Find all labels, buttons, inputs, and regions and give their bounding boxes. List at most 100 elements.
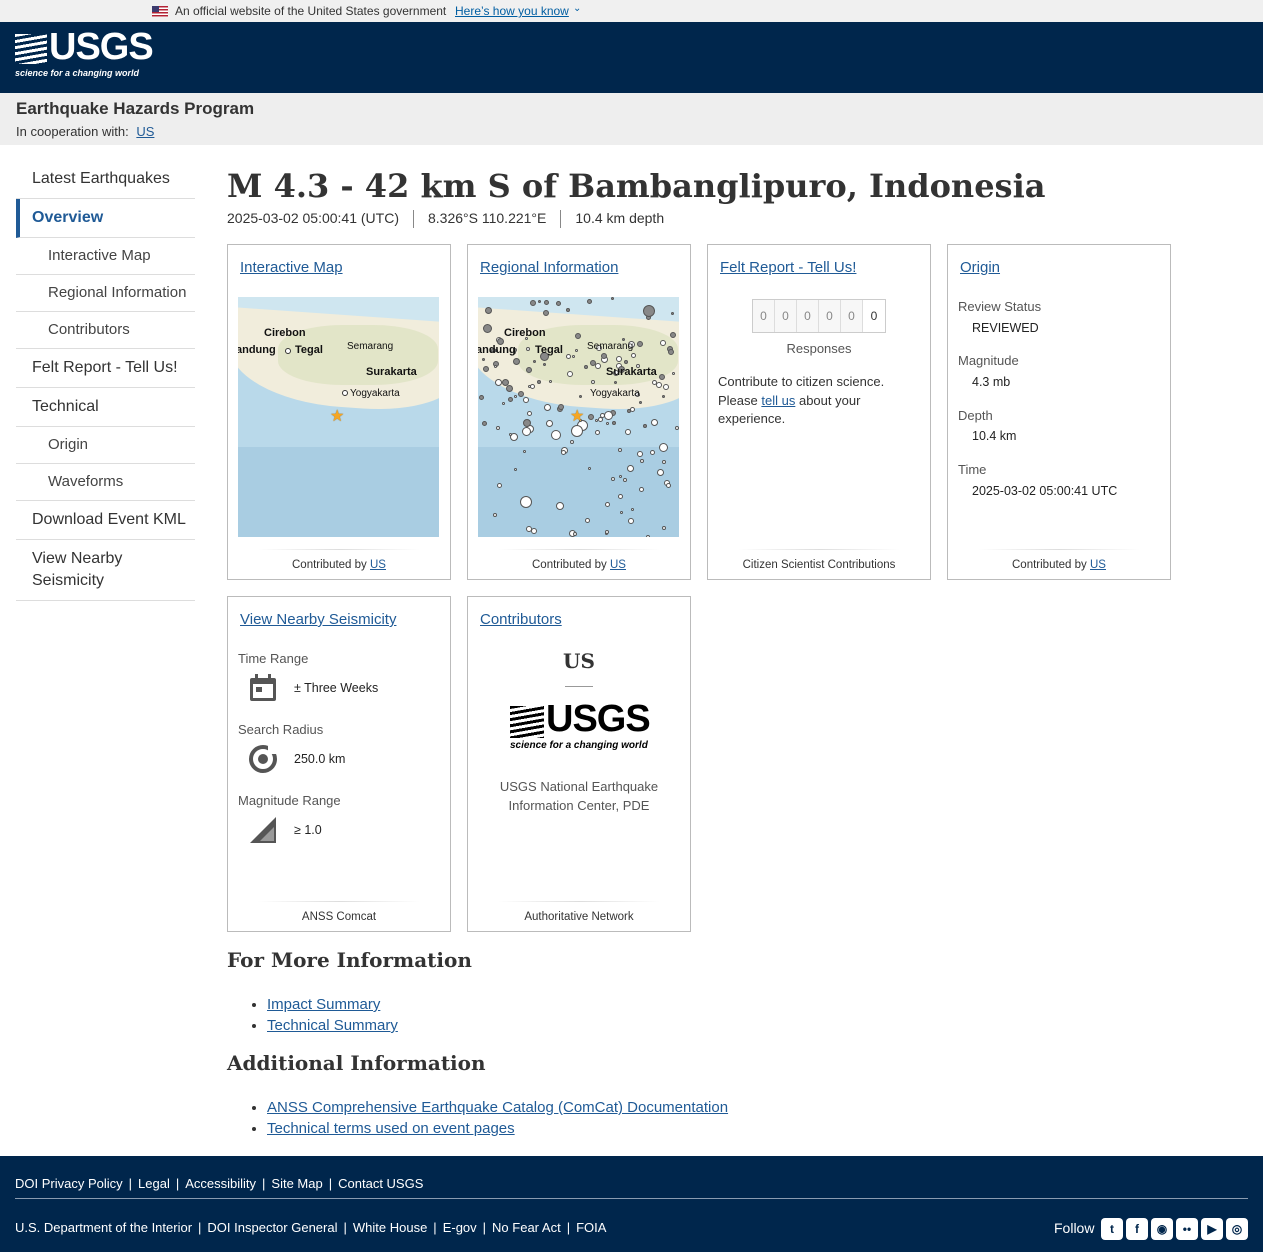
program-title[interactable]: Earthquake Hazards Program [16, 99, 254, 119]
interactive-map-link[interactable]: Interactive Map [240, 259, 343, 276]
contributor-logo-text: USGS [546, 698, 651, 740]
privacy-policy-link[interactable]: DOI Privacy Policy [15, 1176, 123, 1191]
heres-how-you-know-link[interactable]: Here’s how you know [455, 4, 569, 18]
technical-summary-link[interactable]: Technical Summary [267, 1017, 398, 1034]
additional-info-list: ANSS Comprehensive Earthquake Catalog (C… [267, 1097, 728, 1139]
technical-terms-link[interactable]: Technical terms used on event pages [267, 1120, 515, 1137]
regional-information-link[interactable]: Regional Information [480, 259, 618, 276]
youtube-icon[interactable]: ▶ [1201, 1218, 1223, 1240]
seismicity-marker [588, 467, 591, 470]
interactive-map-thumbnail[interactable]: Cirebon andung Tegal Semarang Surakarta … [238, 297, 439, 537]
usgs-logo[interactable]: USGS science for a changing world [15, 26, 154, 84]
contributor-name: USGS National Earthquake Information Cen… [499, 779, 659, 813]
footer-links-primary: DOI Privacy Policy | Legal | Accessibility | S… [15, 1176, 424, 1191]
seismicity-marker [604, 411, 613, 420]
map-label-surakarta: Surakarta [366, 366, 417, 378]
magnitude-range-label: Magnitude Range [238, 793, 341, 808]
seismicity-marker [618, 494, 623, 499]
radius-icon [249, 745, 277, 773]
cooperation-link[interactable]: US [136, 124, 154, 139]
site-map-link[interactable]: Site Map [271, 1176, 322, 1191]
seismicity-marker [663, 384, 669, 390]
doi-link[interactable]: U.S. Department of the Interior [15, 1220, 192, 1235]
comcat-docs-link[interactable]: ANSS Comprehensive Earthquake Catalog (C… [267, 1099, 728, 1116]
cooperation-line: In cooperation with: US [16, 124, 154, 139]
seismicity-marker [502, 379, 509, 386]
usgs-logo-tagline: science for a changing world [15, 68, 140, 78]
accessibility-link[interactable]: Accessibility [185, 1176, 256, 1191]
seismicity-marker [496, 426, 500, 430]
contributors-link[interactable]: Contributors [480, 611, 562, 628]
contributor-link[interactable]: US [1090, 559, 1106, 571]
side-nav: Latest Earthquakes Overview Interactive … [16, 160, 195, 601]
magnitude-range-value: ≥ 1.0 [294, 823, 322, 837]
no-fear-act-link[interactable]: No Fear Act [492, 1220, 561, 1235]
seismicity-marker [595, 363, 601, 369]
contributor-link[interactable]: US [610, 559, 626, 571]
time-value: 2025-03-02 05:00:41 UTC [972, 484, 1118, 498]
white-house-link[interactable]: White House [353, 1220, 427, 1235]
nav-overview[interactable]: Overview [16, 199, 195, 238]
more-info-heading: For More Information [227, 948, 472, 972]
nav-nearby-seismicity[interactable]: View Nearby Seismicity [16, 540, 195, 601]
time-range-label: Time Range [238, 651, 309, 666]
seismicity-marker [522, 427, 531, 436]
origin-link[interactable]: Origin [960, 259, 1000, 276]
seismicity-marker [643, 424, 647, 428]
nearby-seismicity-link[interactable]: View Nearby Seismicity [240, 611, 396, 628]
impact-summary-link[interactable]: Impact Summary [267, 996, 380, 1013]
seismicity-marker [620, 511, 623, 514]
seismicity-marker [670, 332, 676, 338]
egov-link[interactable]: E-gov [443, 1220, 477, 1235]
nav-latest-earthquakes[interactable]: Latest Earthquakes [16, 160, 195, 199]
nav-waveforms[interactable]: Waveforms [16, 464, 195, 501]
facebook-icon[interactable]: f [1126, 1218, 1148, 1240]
seismicity-marker [605, 530, 609, 534]
chevron-down-icon[interactable]: ⌄ [573, 3, 581, 14]
nav-origin[interactable]: Origin [16, 427, 195, 464]
nav-felt-report[interactable]: Felt Report - Tell Us! [16, 349, 195, 388]
seismicity-marker [485, 307, 492, 314]
footer-prefix: Contributed by [1012, 559, 1087, 571]
seismicity-marker [518, 391, 524, 397]
foia-link[interactable]: FOIA [576, 1220, 606, 1235]
seismicity-marker [567, 371, 573, 377]
flickr-icon[interactable]: •• [1176, 1218, 1198, 1240]
github-icon[interactable]: ◉ [1151, 1218, 1173, 1240]
map-city-dot [342, 390, 348, 396]
seismicity-marker [571, 425, 583, 437]
seismicity-marker [482, 358, 485, 361]
regional-map-thumbnail[interactable]: Cirebon andung Tegal Semarang Surakarta … [478, 297, 679, 537]
list-item: Technical Summary [267, 1015, 398, 1036]
footer-links-secondary: U.S. Department of the Interior | DOI Insp… [15, 1220, 607, 1235]
seismicity-marker [523, 419, 531, 427]
seismicity-marker [643, 305, 655, 317]
seismicity-marker [537, 380, 541, 384]
seismicity-marker [616, 356, 622, 362]
seismicity-marker [585, 518, 590, 523]
nav-technical[interactable]: Technical [16, 388, 195, 427]
additional-info-heading: Additional Information [227, 1051, 486, 1075]
nav-contributors[interactable]: Contributors [16, 312, 195, 349]
contact-usgs-link[interactable]: Contact USGS [338, 1176, 423, 1191]
inspector-general-link[interactable]: DOI Inspector General [207, 1220, 337, 1235]
nav-interactive-map[interactable]: Interactive Map [16, 238, 195, 275]
counter-digit: 0 [753, 300, 775, 332]
nav-regional-information[interactable]: Regional Information [16, 275, 195, 312]
seismicity-marker [523, 397, 529, 403]
time-label: Time [958, 462, 987, 477]
footer-prefix: Contributed by [532, 559, 607, 571]
seismicity-marker [662, 526, 666, 530]
instagram-icon[interactable]: ◎ [1226, 1218, 1248, 1240]
search-radius-value: 250.0 km [294, 752, 346, 766]
legal-link[interactable]: Legal [138, 1176, 170, 1191]
felt-report-link[interactable]: Felt Report - Tell Us! [720, 259, 856, 276]
tell-us-link[interactable]: tell us [761, 393, 795, 408]
contributor-link[interactable]: US [370, 559, 386, 571]
seismicity-marker [497, 483, 502, 488]
seismicity-marker [543, 310, 549, 316]
nav-download-kml[interactable]: Download Event KML [16, 501, 195, 540]
seismicity-marker [558, 404, 564, 410]
twitter-icon[interactable]: t [1101, 1218, 1123, 1240]
counter-digit: 0 [841, 300, 863, 332]
